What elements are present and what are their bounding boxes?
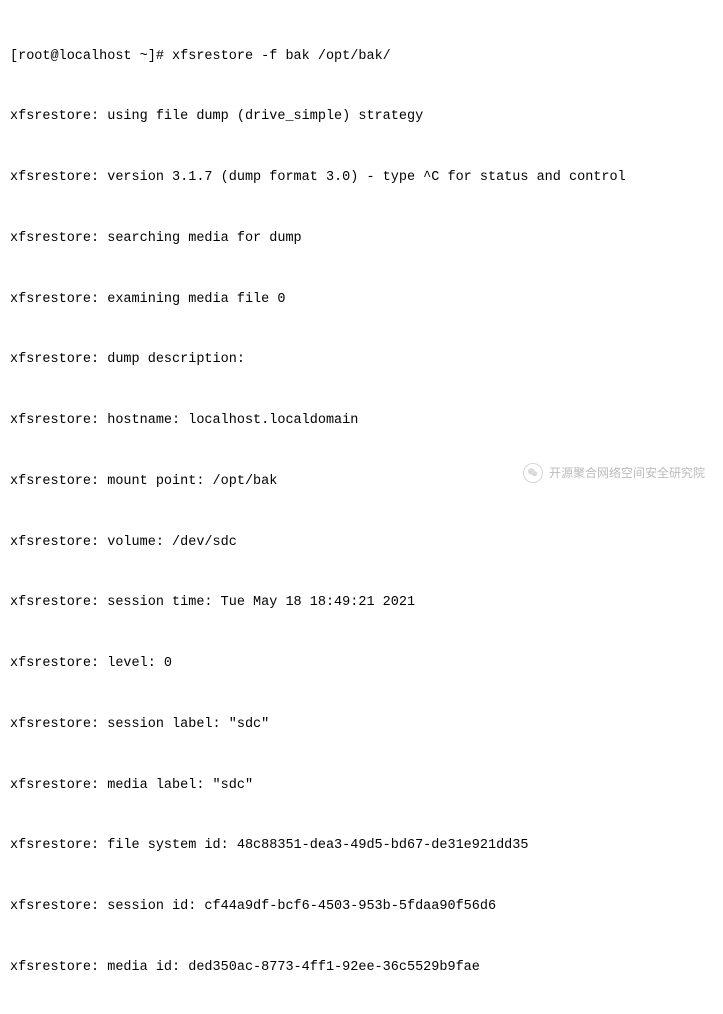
terminal-line: xfsrestore: volume: /dev/sdc <box>10 533 713 553</box>
terminal-line: [root@localhost ~]# xfsrestore -f bak /o… <box>10 47 713 67</box>
terminal-line: xfsrestore: version 3.1.7 (dump format 3… <box>10 168 713 188</box>
terminal-line: xfsrestore: level: 0 <box>10 654 713 674</box>
terminal-line: xfsrestore: session time: Tue May 18 18:… <box>10 593 713 613</box>
terminal-line: xfsrestore: mount point: /opt/bak <box>10 472 713 492</box>
terminal-line: xfsrestore: media id: ded350ac-8773-4ff1… <box>10 958 713 978</box>
terminal-line: xfsrestore: media label: "sdc" <box>10 776 713 796</box>
terminal-line: xfsrestore: dump description: <box>10 350 713 370</box>
shell-command: xfsrestore -f bak /opt/bak/ <box>172 49 391 64</box>
terminal-line: xfsrestore: using file dump (drive_simpl… <box>10 107 713 127</box>
terminal-output[interactable]: [root@localhost ~]# xfsrestore -f bak /o… <box>10 6 713 1014</box>
terminal-line: xfsrestore: session id: cf44a9df-bcf6-45… <box>10 897 713 917</box>
terminal-line: xfsrestore: hostname: localhost.localdom… <box>10 411 713 431</box>
terminal-line: xfsrestore: session label: "sdc" <box>10 715 713 735</box>
terminal-line: xfsrestore: examining media file 0 <box>10 290 713 310</box>
terminal-line: xfsrestore: file system id: 48c88351-dea… <box>10 836 713 856</box>
terminal-line: xfsrestore: searching media for dump <box>10 229 713 249</box>
shell-prompt: [root@localhost ~]# <box>10 49 172 64</box>
